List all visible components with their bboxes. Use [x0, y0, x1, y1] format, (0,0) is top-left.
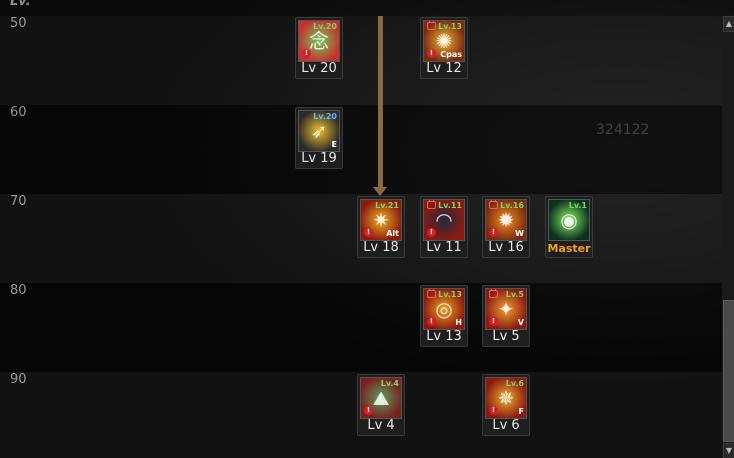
- level-column-header: Lv.: [10, 0, 31, 9]
- prerequisite-link-line: [378, 16, 383, 188]
- skill-level-text: Lv 18: [363, 240, 399, 255]
- skill-icon[interactable]: ✺ Lv.13! Cpas: [423, 20, 465, 62]
- required-level-tag: Lv.5: [505, 290, 524, 299]
- skill-level-text: Lv 20: [301, 61, 337, 76]
- required-level-tag: Lv.16: [500, 201, 524, 210]
- required-level-tag: Lv.13: [438, 22, 462, 31]
- hotkey-label: H: [455, 318, 462, 327]
- skill-level-text: Lv 19: [301, 151, 337, 166]
- required-level-tag: Lv.20: [313, 22, 337, 31]
- skill-level-text: Lv 5: [492, 329, 520, 344]
- level-label-80: 80: [10, 283, 27, 298]
- warning-icon: !: [427, 49, 436, 58]
- level-row-band: [0, 283, 722, 372]
- skill-slot-s4[interactable]: ✷ Lv.21! Alt Lv 18: [357, 196, 405, 258]
- level-label-60: 60: [10, 105, 27, 120]
- skill-tree-panel: Lv. 324122 50 60 70 80 90 念 Lv.20! Lv 20 ✺…: [0, 0, 734, 458]
- scroll-down-button[interactable]: ▼: [723, 443, 734, 458]
- level-label-50: 50: [10, 16, 27, 31]
- warning-icon: !: [364, 228, 373, 237]
- skill-slot-s11[interactable]: ✵ Lv.6! F Lv 6: [482, 374, 530, 436]
- required-level-tag: Lv.4: [380, 379, 399, 388]
- lock-icon: [427, 21, 436, 30]
- skill-slot-s6[interactable]: ✹ Lv.16! W Lv 16: [482, 196, 530, 258]
- skill-slot-s5[interactable]: ◠ Lv.11! Lv 11: [420, 196, 468, 258]
- skill-slot-s7[interactable]: ◉ Lv.1 Master: [545, 196, 593, 258]
- required-level-tag: Lv.21: [375, 201, 399, 210]
- warning-icon: !: [302, 49, 311, 58]
- skill-level-text: Lv 11: [426, 240, 462, 255]
- hotkey-label: Cpas: [440, 50, 462, 59]
- hotkey-label: F: [518, 407, 524, 416]
- hotkey-label: E: [331, 140, 337, 149]
- skill-slot-s10[interactable]: ⛰ Lv.4! Lv 4: [357, 374, 405, 436]
- hotkey-label: Alt: [386, 229, 399, 238]
- level-row-band: [0, 105, 722, 194]
- required-level-tag: Lv.11: [438, 201, 462, 210]
- skill-slot-s2[interactable]: ✺ Lv.13! Cpas Lv 12: [420, 17, 468, 79]
- lock-icon: [489, 200, 498, 209]
- required-level-tag: Lv.1: [568, 201, 587, 210]
- skill-level-text: Lv 6: [492, 418, 520, 433]
- skill-slot-s3[interactable]: ➶ Lv.20 E Lv 19: [295, 107, 343, 169]
- warning-icon: !: [427, 317, 436, 326]
- level-row-band: [0, 16, 722, 105]
- warning-icon: !: [489, 317, 498, 326]
- warning-icon: !: [364, 406, 373, 415]
- skill-slot-s1[interactable]: 念 Lv.20! Lv 20: [295, 17, 343, 79]
- prerequisite-arrow-icon: [373, 187, 387, 196]
- skill-icon[interactable]: ⛰ Lv.4!: [360, 377, 402, 419]
- skill-icon[interactable]: ◠ Lv.11!: [423, 199, 465, 241]
- skill-icon[interactable]: ✦ Lv.5! V: [485, 288, 527, 330]
- skill-icon[interactable]: 念 Lv.20!: [298, 20, 340, 62]
- skill-level-text: Lv 4: [367, 418, 395, 433]
- skill-level-text: Lv 12: [426, 61, 462, 76]
- skill-level-text: Lv 13: [426, 329, 462, 344]
- scroll-up-button[interactable]: ▲: [723, 16, 734, 32]
- skill-slot-s8[interactable]: ◎ Lv.13! H Lv 13: [420, 285, 468, 347]
- skill-icon[interactable]: ◎ Lv.13! H: [423, 288, 465, 330]
- required-level-tag: Lv.6: [505, 379, 524, 388]
- warning-icon: !: [489, 228, 498, 237]
- level-label-90: 90: [10, 372, 27, 387]
- background-number: 324122: [596, 122, 650, 138]
- skill-icon[interactable]: ✷ Lv.21! Alt: [360, 199, 402, 241]
- skill-level-text: Master: [547, 242, 591, 255]
- hotkey-label: V: [517, 318, 524, 327]
- lock-icon: [427, 289, 436, 298]
- skill-icon[interactable]: ◉ Lv.1: [548, 199, 590, 241]
- skill-icon[interactable]: ✵ Lv.6! F: [485, 377, 527, 419]
- warning-icon: !: [427, 228, 436, 237]
- scrollbar-thumb[interactable]: [723, 300, 734, 442]
- warning-icon: !: [489, 406, 498, 415]
- level-label-70: 70: [10, 194, 27, 209]
- required-level-tag: Lv.13: [438, 290, 462, 299]
- lock-icon: [427, 200, 436, 209]
- hotkey-label: W: [515, 229, 524, 238]
- skill-slot-s9[interactable]: ✦ Lv.5! V Lv 5: [482, 285, 530, 347]
- skill-icon[interactable]: ✹ Lv.16! W: [485, 199, 527, 241]
- lock-icon: [489, 289, 498, 298]
- skill-level-text: Lv 16: [488, 240, 524, 255]
- required-level-tag: Lv.20: [313, 112, 337, 121]
- skill-icon[interactable]: ➶ Lv.20 E: [298, 110, 340, 152]
